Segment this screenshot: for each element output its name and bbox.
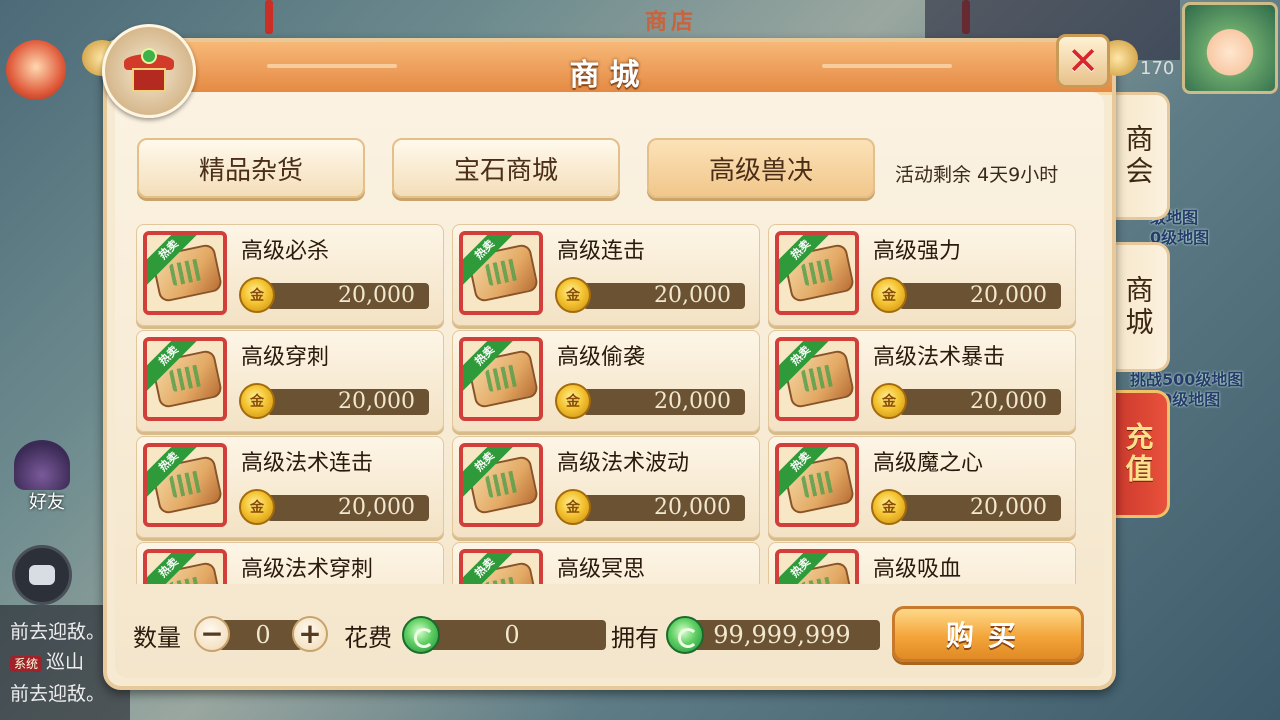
side-tab-guild-shop[interactable]: 商会 [1108,92,1170,220]
item-card[interactable]: 热卖 高级冥思 [452,542,760,584]
skill-scroll-icon: 热卖 [459,443,543,527]
owned-label: 拥有 [611,624,659,652]
item-card[interactable]: 热卖 高级吸血 [768,542,1076,584]
quantity-value[interactable]: 0 [240,620,286,650]
item-name: 高级偷袭 [557,345,646,370]
skill-scroll-icon: 热卖 [775,231,859,315]
buy-button[interactable]: 购买 [892,606,1084,662]
item-card[interactable]: 热卖 高级必杀金 20,000 [136,224,444,326]
chat-line: 前去迎敌。 [10,683,106,705]
event-remaining-text: 活动剩余 4天9小时 [895,164,1059,186]
gold-coin-icon: 金 [555,489,591,525]
item-price: 20,000 [583,495,745,521]
gold-coin-icon: 金 [239,489,275,525]
cost-value: 0 [418,620,606,650]
friends-button[interactable]: 好友 [14,440,74,520]
skill-scroll-icon: 热卖 [459,231,543,315]
skill-scroll-icon: 热卖 [143,549,227,584]
item-name: 高级必杀 [241,239,330,264]
item-card[interactable]: 热卖 高级穿刺金 20,000 [136,330,444,432]
item-name: 高级魔之心 [873,451,984,476]
gold-coin-icon: 金 [239,383,275,419]
item-price: 20,000 [899,495,1061,521]
skill-scroll-icon: 热卖 [775,443,859,527]
item-name: 高级冥思 [557,557,646,582]
item-name: 高级法术连击 [241,451,374,476]
item-card[interactable]: 热卖 高级法术暴击金 20,000 [768,330,1076,432]
friends-hat-icon [14,440,70,490]
side-tab-mall[interactable]: 商城 [1108,242,1170,372]
tab-premium-goods[interactable]: 精品杂货 [137,138,365,198]
close-icon: ✕ [1067,39,1099,83]
item-card[interactable]: 热卖 高级连击金 20,000 [452,224,760,326]
gold-coin-icon: 金 [239,277,275,313]
gold-coin-icon: 金 [555,383,591,419]
tab-advanced-skills[interactable]: 高级兽决 [647,138,875,198]
increase-quantity-button[interactable]: + [292,616,328,652]
item-name: 高级连击 [557,239,646,264]
player-avatar[interactable] [1182,2,1278,94]
cost-label: 花费 [344,624,392,652]
skill-scroll-icon: 热卖 [459,549,543,584]
dialog-title-bar: 商城 [107,42,1112,95]
hanging-rope [265,0,273,34]
jade-currency-icon [402,616,440,654]
side-tab-recharge[interactable]: 充值 [1108,390,1170,518]
item-price: 20,000 [899,389,1061,415]
item-name: 高级法术穿刺 [241,557,374,582]
item-card[interactable]: 热卖 高级偷袭金 20,000 [452,330,760,432]
chat-bubble-icon [29,565,55,585]
item-price: 20,000 [583,283,745,309]
skill-scroll-icon: 热卖 [775,549,859,584]
skill-scroll-icon: 热卖 [775,337,859,421]
owned-value: 99,999,999 [684,620,880,650]
item-price: 20,000 [583,389,745,415]
gold-coin-icon: 金 [871,383,907,419]
shop-emblem-icon [102,24,196,118]
item-name: 高级强力 [873,239,962,264]
gold-coin-icon: 金 [871,489,907,525]
dialog-title: 商城 [569,58,650,93]
skill-scroll-icon: 热卖 [459,337,543,421]
item-name: 高级穿刺 [241,345,330,370]
skill-scroll-icon: 热卖 [143,443,227,527]
quantity-label: 数量 [133,624,181,652]
skill-scroll-icon: 热卖 [143,231,227,315]
item-name: 高级法术暴击 [873,345,1006,370]
item-price: 20,000 [899,283,1061,309]
item-card[interactable]: 热卖 高级法术连击金 20,000 [136,436,444,538]
item-card[interactable]: 热卖 高级魔之心金 20,000 [768,436,1076,538]
item-card[interactable]: 热卖 高级法术穿刺 [136,542,444,584]
item-card[interactable]: 热卖 高级强力金 20,000 [768,224,1076,326]
player-level: 170 [1140,58,1175,79]
chat-system-tag: 系统 [10,656,43,672]
item-price: 20,000 [267,495,429,521]
gold-coin-icon: 金 [871,277,907,313]
jade-currency-icon [666,616,704,654]
skill-scroll-icon: 热卖 [143,337,227,421]
mascot-icon[interactable] [6,40,66,100]
item-card[interactable]: 热卖 高级法术波动金 20,000 [452,436,760,538]
item-grid[interactable]: 热卖 高级必杀金 20,000 热卖 高级连击金 20,000 热卖 高级强力金 20,000 热… [136,222,1082,584]
close-button[interactable]: ✕ [1056,34,1110,88]
item-name: 高级法术波动 [557,451,690,476]
item-name: 高级吸血 [873,557,962,582]
item-price: 20,000 [267,283,429,309]
friends-label: 好友 [29,492,65,513]
tab-gem-mall[interactable]: 宝石商城 [392,138,620,198]
decrease-quantity-button[interactable]: − [194,616,230,652]
chat-button[interactable] [12,545,72,605]
shop-sign: 商店 [645,10,698,35]
item-price: 20,000 [267,389,429,415]
gold-coin-icon: 金 [555,277,591,313]
